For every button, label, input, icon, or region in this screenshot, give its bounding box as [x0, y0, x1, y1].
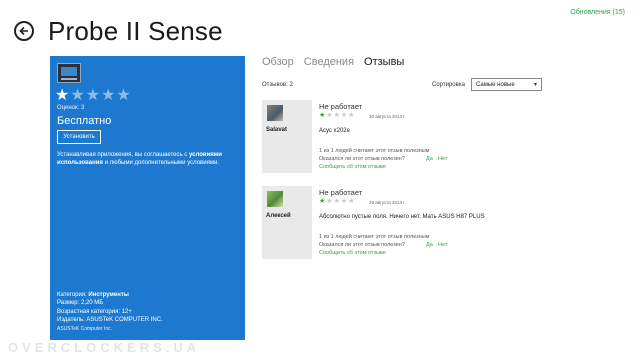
review-text: Абсолютно пустые поля. Ничего нет. Мать …: [319, 214, 485, 220]
install-button[interactable]: Установить: [57, 130, 101, 144]
review-text: Асус х202е: [319, 128, 350, 134]
star-icon: ★: [70, 87, 86, 104]
sort-dropdown[interactable]: Самые новые ▾: [471, 78, 542, 91]
vote-yes-link[interactable]: Да: [426, 156, 433, 162]
review-date: 29 августа 2013 г.: [369, 200, 406, 205]
review-stars: ★★★★★: [319, 112, 355, 119]
copyright-line: ASUSTeK Computer Inc.: [57, 325, 113, 332]
report-review-link[interactable]: Сообщить об этом отзыве: [319, 250, 386, 256]
avatar: [267, 105, 283, 121]
vote-no-link[interactable]: Нет: [438, 242, 447, 248]
terms-text: Устанавливая приложения, вы соглашаетесь…: [57, 152, 222, 166]
star-icon: ★: [85, 87, 102, 104]
rating-count: Оценок: 3: [57, 105, 85, 111]
sort-value: Самые новые: [476, 81, 515, 88]
review-stars: ★★★★★: [319, 198, 355, 205]
page-title: Probe II Sense: [48, 16, 223, 46]
review-item: Salavat Не работает ★★★★★ 30 августа 201…: [262, 100, 552, 180]
vote-yes-link[interactable]: Да: [426, 242, 433, 248]
reviewer-card: Алексей: [262, 186, 312, 259]
helpful-count: 1 из 1 людей считают этот отзыв полезным: [319, 148, 430, 154]
report-review-link[interactable]: Сообщить об этом отзыве: [319, 164, 386, 170]
publisher-line: Издатель: ASUSTeK COMPUTER INC.: [57, 317, 163, 323]
helpful-count: 1 из 1 людей считают этот отзыв полезным: [319, 234, 430, 240]
review-title: Не работает: [319, 102, 363, 111]
star-icon: ★: [348, 198, 356, 205]
rating-stars: ★★★★★: [55, 88, 132, 104]
reviews-count: Отзывов: 2: [262, 82, 293, 88]
sort-label: Сортировка: [432, 82, 465, 88]
star-icon: ★: [55, 87, 71, 104]
star-icon: ★: [326, 112, 334, 119]
category-line: Категория: Инструменты: [57, 291, 129, 298]
star-icon: ★: [116, 87, 132, 104]
size-line: Размер: 2,20 МБ: [57, 300, 104, 306]
back-button[interactable]: [14, 21, 34, 41]
tab-reviews[interactable]: Отзывы: [364, 56, 404, 68]
tab-overview[interactable]: Обзор: [262, 56, 294, 68]
price-label: Бесплатно: [57, 115, 112, 127]
helpful-question: Оказался ли этот отзыв полезен?: [319, 242, 405, 248]
star-icon: ★: [101, 87, 117, 104]
category-value[interactable]: Инструменты: [88, 292, 129, 298]
star-icon: ★: [326, 198, 334, 205]
app-icon: [57, 63, 81, 83]
section-tabs: Обзор Сведения Отзывы: [262, 56, 404, 68]
reviewer-card: Salavat: [262, 100, 312, 173]
star-icon: ★: [333, 112, 341, 119]
review-title: Не работает: [319, 188, 363, 197]
age-line: Возрастная категория: 12+: [57, 308, 132, 315]
reviewer-name: Salavat: [266, 127, 288, 133]
avatar: [267, 191, 283, 207]
star-icon: ★: [348, 112, 356, 119]
app-info-panel: ★★★★★ Оценок: 3 Бесплатно Установить Уст…: [50, 56, 245, 340]
updates-link[interactable]: Обновления (15): [570, 9, 625, 16]
reviewer-name: Алексей: [266, 213, 291, 219]
tab-details[interactable]: Сведения: [304, 56, 354, 68]
helpful-question: Оказался ли этот отзыв полезен?: [319, 156, 405, 162]
star-icon: ★: [333, 198, 341, 205]
vote-no-link[interactable]: Нет: [438, 156, 447, 162]
review-item: Алексей Не работает ★★★★★ 29 августа 201…: [262, 186, 552, 266]
review-date: 30 августа 2013 г.: [369, 114, 406, 119]
arrow-left-icon: [19, 26, 28, 36]
watermark: OVERCLOCKERS.UA: [8, 340, 201, 355]
chevron-down-icon: ▾: [533, 82, 537, 88]
app-meta: Категория: Инструменты Размер: 2,20 МБ В…: [57, 291, 163, 334]
